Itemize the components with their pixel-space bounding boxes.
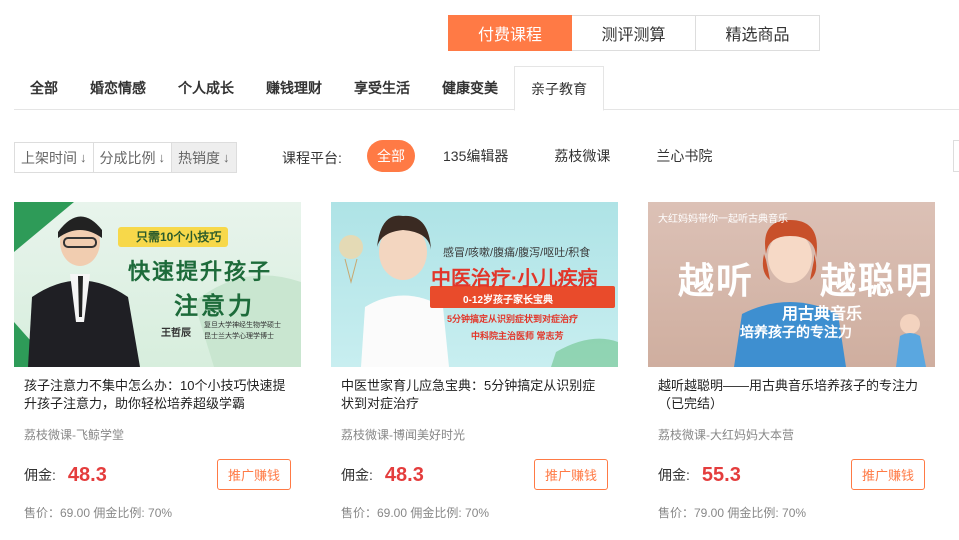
sort-label: 上架时间 bbox=[21, 149, 77, 166]
product-cover-image[interactable]: 大红妈妈带你一起听古典音乐 越听 越聪明 用古典音乐 培养孩子的专注力 bbox=[648, 202, 935, 367]
commission-label: 佣金: bbox=[341, 467, 373, 483]
category-bar: 全部 婚恋情感 个人成长 赚钱理财 享受生活 健康变美 亲子教育 bbox=[14, 66, 959, 111]
sort-by-ratio[interactable]: 分成比例 ↓ bbox=[93, 143, 172, 172]
product-title[interactable]: 越听越聪明——用古典音乐培养孩子的专注力（已完结） bbox=[648, 377, 923, 413]
cover-credential-2: 昆士兰大学心理学博士 bbox=[204, 333, 274, 340]
cover-headline-2: 注意力 bbox=[174, 293, 255, 320]
product-card[interactable]: 只需10个小技巧 快速提升孩子 注意力 王哲辰 复旦大学神经生物学硕士 昆士兰大… bbox=[14, 202, 301, 532]
sale-info: 售价：69.00 佣金比例: 70% bbox=[341, 506, 490, 520]
tab-selected-goods[interactable]: 精选商品 bbox=[696, 15, 820, 51]
cover-doctor: 中科院主治医师 常志芳 bbox=[471, 331, 564, 341]
tab-paid-courses[interactable]: 付费课程 bbox=[448, 15, 572, 51]
sort-group: 上架时间 ↓ 分成比例 ↓ 热销度 ↓ bbox=[14, 142, 237, 173]
price-row: 佣金: 48.3 推广赚钱 bbox=[331, 459, 618, 491]
category-love[interactable]: 婚恋情感 bbox=[74, 66, 162, 110]
category-all[interactable]: 全部 bbox=[14, 66, 74, 110]
platform-lanxin[interactable]: 兰心书院 bbox=[638, 140, 730, 172]
cover-tag: 只需10个小技巧 bbox=[136, 230, 222, 244]
category-finance[interactable]: 赚钱理财 bbox=[250, 66, 338, 110]
promote-button[interactable]: 推广赚钱 bbox=[217, 459, 291, 490]
price-row: 佣金: 55.3 推广赚钱 bbox=[648, 459, 935, 491]
platform-label: 课程平台: bbox=[282, 150, 342, 166]
cover-credential-1: 复旦大学神经生物学硕士 bbox=[204, 322, 281, 329]
cover-author: 王哲辰 bbox=[161, 328, 191, 339]
platform-all[interactable]: 全部 bbox=[367, 140, 415, 172]
platform-options: 全部 135编辑器 荔枝微课 兰心书院 bbox=[367, 140, 740, 172]
commission-value: 48.3 bbox=[384, 463, 424, 486]
price-row: 佣金: 48.3 推广赚钱 bbox=[14, 459, 301, 491]
product-card[interactable]: 感冒/咳嗽/腹痛/腹泻/呕吐/积食 中医治疗·小儿疾病 0-12岁孩子家长宝典 … bbox=[331, 202, 618, 532]
product-cover-image[interactable]: 只需10个小技巧 快速提升孩子 注意力 王哲辰 复旦大学神经生物学硕士 昆士兰大… bbox=[14, 202, 301, 367]
cover-headline-right: 越聪明 bbox=[820, 260, 935, 301]
sort-label: 热销度 bbox=[178, 149, 220, 166]
sale-info: 售价：79.00 佣金比例: 70% bbox=[658, 506, 807, 520]
search-box-edge[interactable] bbox=[953, 140, 959, 172]
top-tabs: 付费课程 测评测算 精选商品 bbox=[448, 15, 820, 51]
category-health-beauty[interactable]: 健康变美 bbox=[426, 66, 514, 110]
category-growth[interactable]: 个人成长 bbox=[162, 66, 250, 110]
tab-assessment[interactable]: 测评测算 bbox=[572, 15, 696, 51]
cover-symptoms: 感冒/咳嗽/腹痛/腹泻/呕吐/积食 bbox=[443, 247, 591, 259]
product-source: 荔枝微课-博闻美好时光 bbox=[341, 428, 465, 442]
arrow-down-icon: ↓ bbox=[80, 150, 87, 165]
platform-135editor[interactable]: 135编辑器 bbox=[425, 140, 526, 172]
cover-top-text: 大红妈妈带你一起听古典音乐 bbox=[658, 214, 788, 225]
sort-by-sales[interactable]: 热销度 ↓ bbox=[172, 143, 236, 172]
cover-band: 0-12岁孩子家长宝典 bbox=[463, 295, 554, 306]
category-parenting[interactable]: 亲子教育 bbox=[514, 66, 604, 111]
sort-label: 分成比例 bbox=[99, 149, 156, 166]
commission-label: 佣金: bbox=[658, 467, 690, 483]
cover-subtitle-1: 用古典音乐 bbox=[782, 306, 863, 323]
arrow-down-icon: ↓ bbox=[158, 150, 166, 165]
sort-by-time[interactable]: 上架时间 ↓ bbox=[15, 143, 94, 172]
product-source: 荔枝微课-飞鲸学堂 bbox=[24, 428, 124, 442]
arrow-down-icon: ↓ bbox=[223, 150, 230, 165]
cover-headline-left: 越听 bbox=[678, 260, 755, 301]
product-title[interactable]: 孩子注意力不集中怎么办：10个小技巧快速提升孩子注意力，助你轻松培养超级学霸 bbox=[14, 377, 289, 413]
product-title[interactable]: 中医世家育儿应急宝典：5分钟搞定从识别症状到对症治疗 bbox=[331, 377, 606, 413]
platform-lizhi[interactable]: 荔枝微课 bbox=[536, 140, 628, 172]
sale-info: 售价：69.00 佣金比例: 70% bbox=[24, 506, 173, 520]
category-lifestyle[interactable]: 享受生活 bbox=[338, 66, 426, 110]
promote-button[interactable]: 推广赚钱 bbox=[534, 459, 608, 490]
product-card[interactable]: 大红妈妈带你一起听古典音乐 越听 越聪明 用古典音乐 培养孩子的专注力 越听越聪… bbox=[648, 202, 935, 532]
product-cover-image[interactable]: 感冒/咳嗽/腹痛/腹泻/呕吐/积食 中医治疗·小儿疾病 0-12岁孩子家长宝典 … bbox=[331, 202, 618, 367]
cover-headline-1: 快速提升孩子 bbox=[128, 259, 273, 284]
commission-value: 48.3 bbox=[67, 463, 107, 486]
cover-subtitle-2: 培养孩子的专注力 bbox=[740, 324, 852, 340]
promote-button[interactable]: 推广赚钱 bbox=[851, 459, 925, 490]
commission-label: 佣金: bbox=[24, 467, 56, 483]
cover-subtitle: 5分钟搞定从识别症状到对症治疗 bbox=[447, 314, 579, 324]
product-source: 荔枝微课-大红妈妈大本营 bbox=[658, 428, 794, 442]
commission-value: 55.3 bbox=[701, 463, 741, 486]
cover-headline: 中医治疗·小儿疾病 bbox=[431, 268, 598, 290]
